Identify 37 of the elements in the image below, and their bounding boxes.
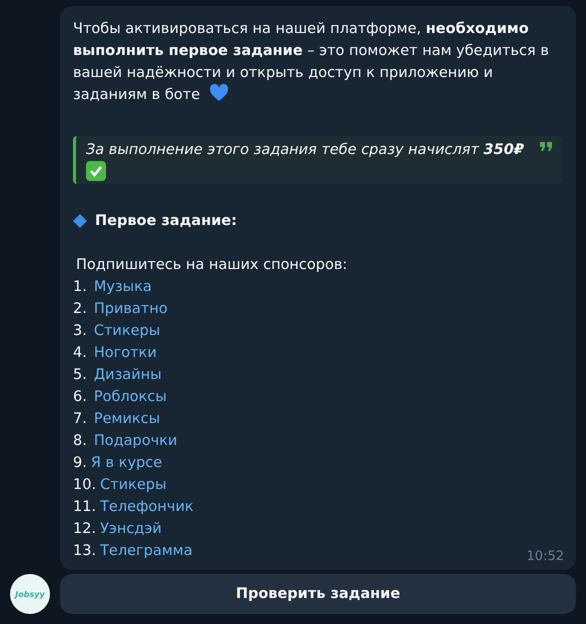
quote-text: За выполнение этого задания тебе сразу начислят 350₽	[86, 142, 524, 158]
sponsor-link[interactable]: Подарочки	[94, 430, 178, 452]
sponsor-link[interactable]: Уэнсдэй	[100, 518, 162, 540]
sponsor-link[interactable]: Стикеры	[100, 474, 166, 496]
quote-icon	[540, 142, 552, 151]
check-task-button[interactable]: Проверить задание	[60, 574, 576, 614]
list-number: 2.	[73, 300, 87, 319]
section-heading: Первое задание:	[95, 212, 237, 231]
list-number: 12.	[73, 520, 96, 539]
diamond-icon	[73, 214, 87, 228]
sponsor-link[interactable]: Я в курсе	[90, 452, 162, 474]
sponsor-link[interactable]: Приватно	[94, 298, 168, 320]
list-number: 5.	[73, 366, 87, 385]
list-number: 13.	[73, 542, 96, 561]
list-number: 7.	[73, 410, 87, 429]
sponsor-link[interactable]: Роблоксы	[94, 386, 167, 408]
sponsor-link[interactable]: Телеграмма	[100, 540, 192, 562]
avatar-logo-text: Jobsyy	[15, 590, 45, 598]
message-text: Чтобы активироваться на нашей платформе, необходимо выполнить первое задание – это поможет нам убедиться в вашей надёжности и открыть доступ к приложению и заданиям в боте	[73, 20, 550, 105]
list-number: 3.	[73, 322, 87, 341]
instruction-text: Подпишитесь на наших спонсоров:	[75, 256, 348, 275]
list-number: 10.	[73, 476, 96, 495]
list-number: 4.	[73, 344, 87, 363]
check-icon	[86, 161, 106, 181]
sponsor-link[interactable]: Телефончик	[100, 496, 194, 518]
sponsor-link[interactable]: Ноготки	[94, 342, 157, 364]
list-number: 1.	[73, 278, 87, 297]
sponsor-link[interactable]: Ремиксы	[94, 408, 160, 430]
message-time: 10:52	[526, 549, 564, 564]
sponsor-link[interactable]: Музыка	[94, 276, 152, 298]
sponsor-link[interactable]: Стикеры	[94, 320, 160, 342]
list-number: 6.	[73, 388, 87, 407]
sponsor-link[interactable]: Дизайны	[94, 364, 162, 386]
heart-icon	[208, 84, 229, 102]
list-number: 8.	[73, 432, 87, 451]
list-number: 11.	[73, 498, 96, 517]
list-number: 9.	[73, 454, 87, 473]
